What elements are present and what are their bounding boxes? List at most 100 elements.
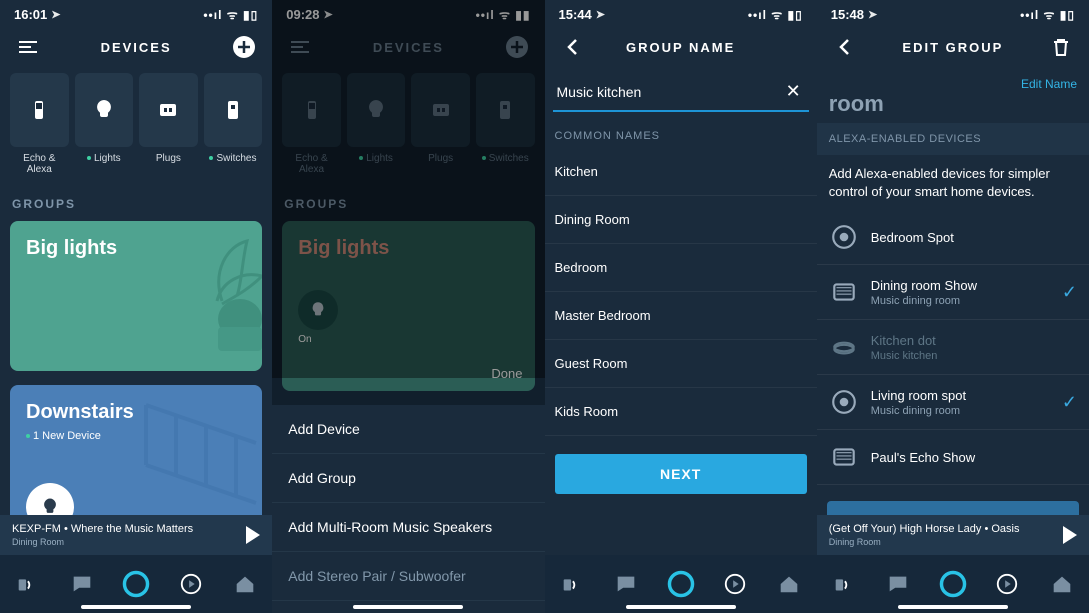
page-title: EDIT GROUP [857, 40, 1049, 55]
category-switches[interactable] [204, 73, 263, 147]
screen-devices: 16:01➤ ••ıl ᯤ ▮▯ DEVICES Echo & Alexa Li… [0, 0, 272, 613]
device-sub: Music dining room [871, 405, 966, 417]
device-icon [829, 277, 859, 307]
stairs-icon [136, 395, 262, 505]
clock: 15:44 [559, 7, 592, 22]
np-sub: Dining Room [12, 537, 193, 547]
now-playing-bar[interactable]: KEXP-FM • Where the Music Matters Dining… [0, 515, 272, 555]
common-names-list: Kitchen Dining Room Bedroom Master Bedro… [545, 148, 817, 436]
add-stereo-item[interactable]: Add Stereo Pair / Subwoofer [272, 552, 544, 601]
category-row [272, 73, 544, 147]
device-list: Bedroom Spot Dining room ShowMusic dinin… [817, 210, 1089, 485]
nav-home[interactable] [1047, 569, 1077, 599]
next-button[interactable]: NEXT [555, 454, 807, 494]
nav-home[interactable] [230, 569, 260, 599]
section-header: ALEXA-ENABLED DEVICES [817, 123, 1089, 155]
status-bar: 09:28 ➤ ••ıl ᯤ ▮▮ [272, 0, 544, 25]
status-icons: ••ıl ᯤ ▮▮ [476, 6, 531, 23]
screen-group-name: 15:44➤ ••ıl ᯤ ▮▯ GROUP NAME ✕ COMMON NAM… [545, 0, 817, 613]
nav-chat[interactable] [883, 569, 913, 599]
device-row[interactable]: Kitchen dotMusic kitchen [817, 320, 1089, 375]
check-icon: ✓ [1062, 392, 1077, 413]
header: GROUP NAME [545, 25, 817, 73]
device-row[interactable]: Dining room ShowMusic dining room ✓ [817, 265, 1089, 320]
category-labels: Echo & Alexa Lights Plugs Switches [272, 147, 544, 175]
group-name-input-row: ✕ [553, 73, 809, 112]
nav-play[interactable] [720, 569, 750, 599]
common-name-item[interactable]: Kids Room [545, 388, 817, 436]
add-group-item[interactable]: Add Group [272, 454, 544, 503]
group-card-big-lights[interactable]: Big lights [10, 221, 262, 371]
header: DEVICES [0, 25, 272, 73]
trash-icon[interactable] [1049, 35, 1073, 59]
device-name: Dining room Show [871, 278, 977, 293]
nav-alexa[interactable] [938, 569, 968, 599]
location-icon: ➤ [324, 8, 333, 21]
device-name: Bedroom Spot [871, 230, 954, 245]
nav-speaker[interactable] [829, 569, 859, 599]
groups-header: GROUPS [0, 175, 272, 221]
location-icon: ➤ [51, 8, 60, 21]
play-icon[interactable] [1063, 526, 1077, 544]
category-plugs[interactable] [139, 73, 198, 147]
clock: 09:28 [286, 7, 319, 22]
groups-header: GROUPS [272, 175, 544, 221]
menu-icon[interactable] [16, 35, 40, 59]
add-device-item[interactable]: Add Device [272, 405, 544, 454]
nav-alexa[interactable] [666, 569, 696, 599]
plant-icon [162, 231, 262, 351]
nav-play[interactable] [992, 569, 1022, 599]
on-label: On [298, 334, 518, 345]
add-multiroom-item[interactable]: Add Multi-Room Music Speakers [272, 503, 544, 552]
nav-speaker[interactable] [557, 569, 587, 599]
nav-alexa[interactable] [121, 569, 151, 599]
back-icon[interactable] [561, 35, 585, 59]
nav-speaker[interactable] [12, 569, 42, 599]
clear-input-icon[interactable]: ✕ [782, 81, 805, 102]
back-icon[interactable] [833, 35, 857, 59]
section-desc: Add Alexa-enabled devices for simpler co… [817, 155, 1089, 210]
nav-chat[interactable] [67, 569, 97, 599]
nav-chat[interactable] [611, 569, 641, 599]
device-name: Paul's Echo Show [871, 450, 975, 465]
screen-devices-menu: 09:28 ➤ ••ıl ᯤ ▮▮ DEVICES Echo & Alexa Li… [272, 0, 544, 613]
check-icon: ✓ [1062, 282, 1077, 303]
group-name-input[interactable] [557, 84, 782, 100]
status-icons: ••ıl ᯤ ▮▯ [203, 6, 258, 23]
common-name-item[interactable]: Bedroom [545, 244, 817, 292]
nav-play[interactable] [176, 569, 206, 599]
home-indicator [626, 605, 736, 609]
device-icon [829, 387, 859, 417]
status-icons: ••ıl ᯤ ▮▯ [1020, 6, 1075, 23]
menu-icon[interactable] [288, 35, 312, 59]
device-icon [829, 222, 859, 252]
device-sub: Music kitchen [871, 350, 938, 362]
nav-home[interactable] [774, 569, 804, 599]
page-title: GROUP NAME [585, 40, 777, 55]
clock: 15:48 [831, 7, 864, 22]
common-name-item[interactable]: Dining Room [545, 196, 817, 244]
device-row[interactable]: Paul's Echo Show [817, 430, 1089, 485]
np-sub: Dining Room [829, 537, 1020, 547]
play-icon[interactable] [246, 526, 260, 544]
np-title: (Get Off Your) High Horse Lady • Oasis [829, 523, 1020, 535]
common-name-item[interactable]: Master Bedroom [545, 292, 817, 340]
common-name-item[interactable]: Kitchen [545, 148, 817, 196]
add-button[interactable] [232, 35, 256, 59]
category-echo [282, 73, 341, 147]
now-playing-bar[interactable]: (Get Off Your) High Horse Lady • Oasis D… [817, 515, 1089, 555]
location-icon: ➤ [596, 8, 605, 21]
status-bar: 15:48 ➤ ••ıl ᯤ ▮▯ [817, 0, 1089, 25]
device-row[interactable]: Bedroom Spot [817, 210, 1089, 265]
category-labels: Echo & Alexa Lights Plugs Switches [0, 147, 272, 175]
add-button[interactable] [505, 35, 529, 59]
category-echo[interactable] [10, 73, 69, 147]
location-icon: ➤ [868, 8, 877, 21]
status-bar: 16:01➤ ••ıl ᯤ ▮▯ [0, 0, 272, 25]
done-button[interactable]: Done [491, 366, 522, 381]
device-row[interactable]: Living room spotMusic dining room ✓ [817, 375, 1089, 430]
category-lights[interactable] [75, 73, 134, 147]
group-card-big-lights: Big lights On Done [282, 221, 534, 391]
common-name-item[interactable]: Guest Room [545, 340, 817, 388]
page-title: DEVICES [312, 40, 504, 55]
